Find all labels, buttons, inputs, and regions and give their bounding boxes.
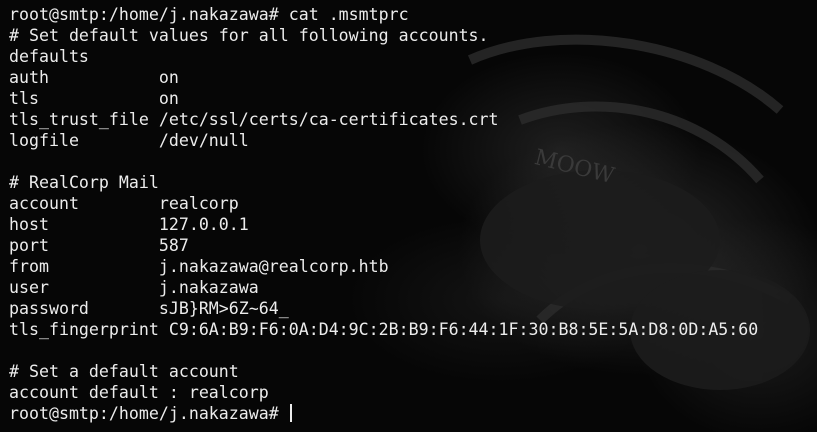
terminal-line: account default : realcorp xyxy=(9,383,269,402)
terminal-line: logfile /dev/null xyxy=(9,131,249,150)
terminal-line: host 127.0.0.1 xyxy=(9,215,249,234)
terminal-line: port 587 xyxy=(9,236,189,255)
terminal-line: password sJB}RM>6Z~64_ xyxy=(9,299,289,318)
terminal-line: root@smtp:/home/j.nakazawa# cat .msmtprc xyxy=(9,5,409,24)
text-cursor[interactable] xyxy=(289,404,292,422)
terminal-line: auth on xyxy=(9,68,179,87)
shell-prompt: root@smtp:/home/j.nakazawa# xyxy=(9,404,289,423)
terminal-output: root@smtp:/home/j.nakazawa# cat .msmtprc… xyxy=(9,4,758,424)
terminal-line: user j.nakazawa xyxy=(9,278,259,297)
terminal-line: account realcorp xyxy=(9,194,239,213)
terminal-line: tls_trust_file /etc/ssl/certs/ca-certifi… xyxy=(9,110,499,129)
terminal-line: defaults xyxy=(9,47,89,66)
terminal-line: # Set default values for all following a… xyxy=(9,26,489,45)
terminal-line: tls on xyxy=(9,89,179,108)
terminal-line: tls_fingerprint C9:6A:B9:F6:0A:D4:9C:2B:… xyxy=(9,320,759,339)
terminal-window[interactable]: MOOW root@smtp:/home/j.nakazawa# cat .ms… xyxy=(0,0,817,432)
terminal-line: # Set a default account xyxy=(9,362,239,381)
terminal-line: # RealCorp Mail xyxy=(9,173,159,192)
terminal-line: from j.nakazawa@realcorp.htb xyxy=(9,257,389,276)
prompt-line[interactable]: root@smtp:/home/j.nakazawa# xyxy=(9,403,758,424)
